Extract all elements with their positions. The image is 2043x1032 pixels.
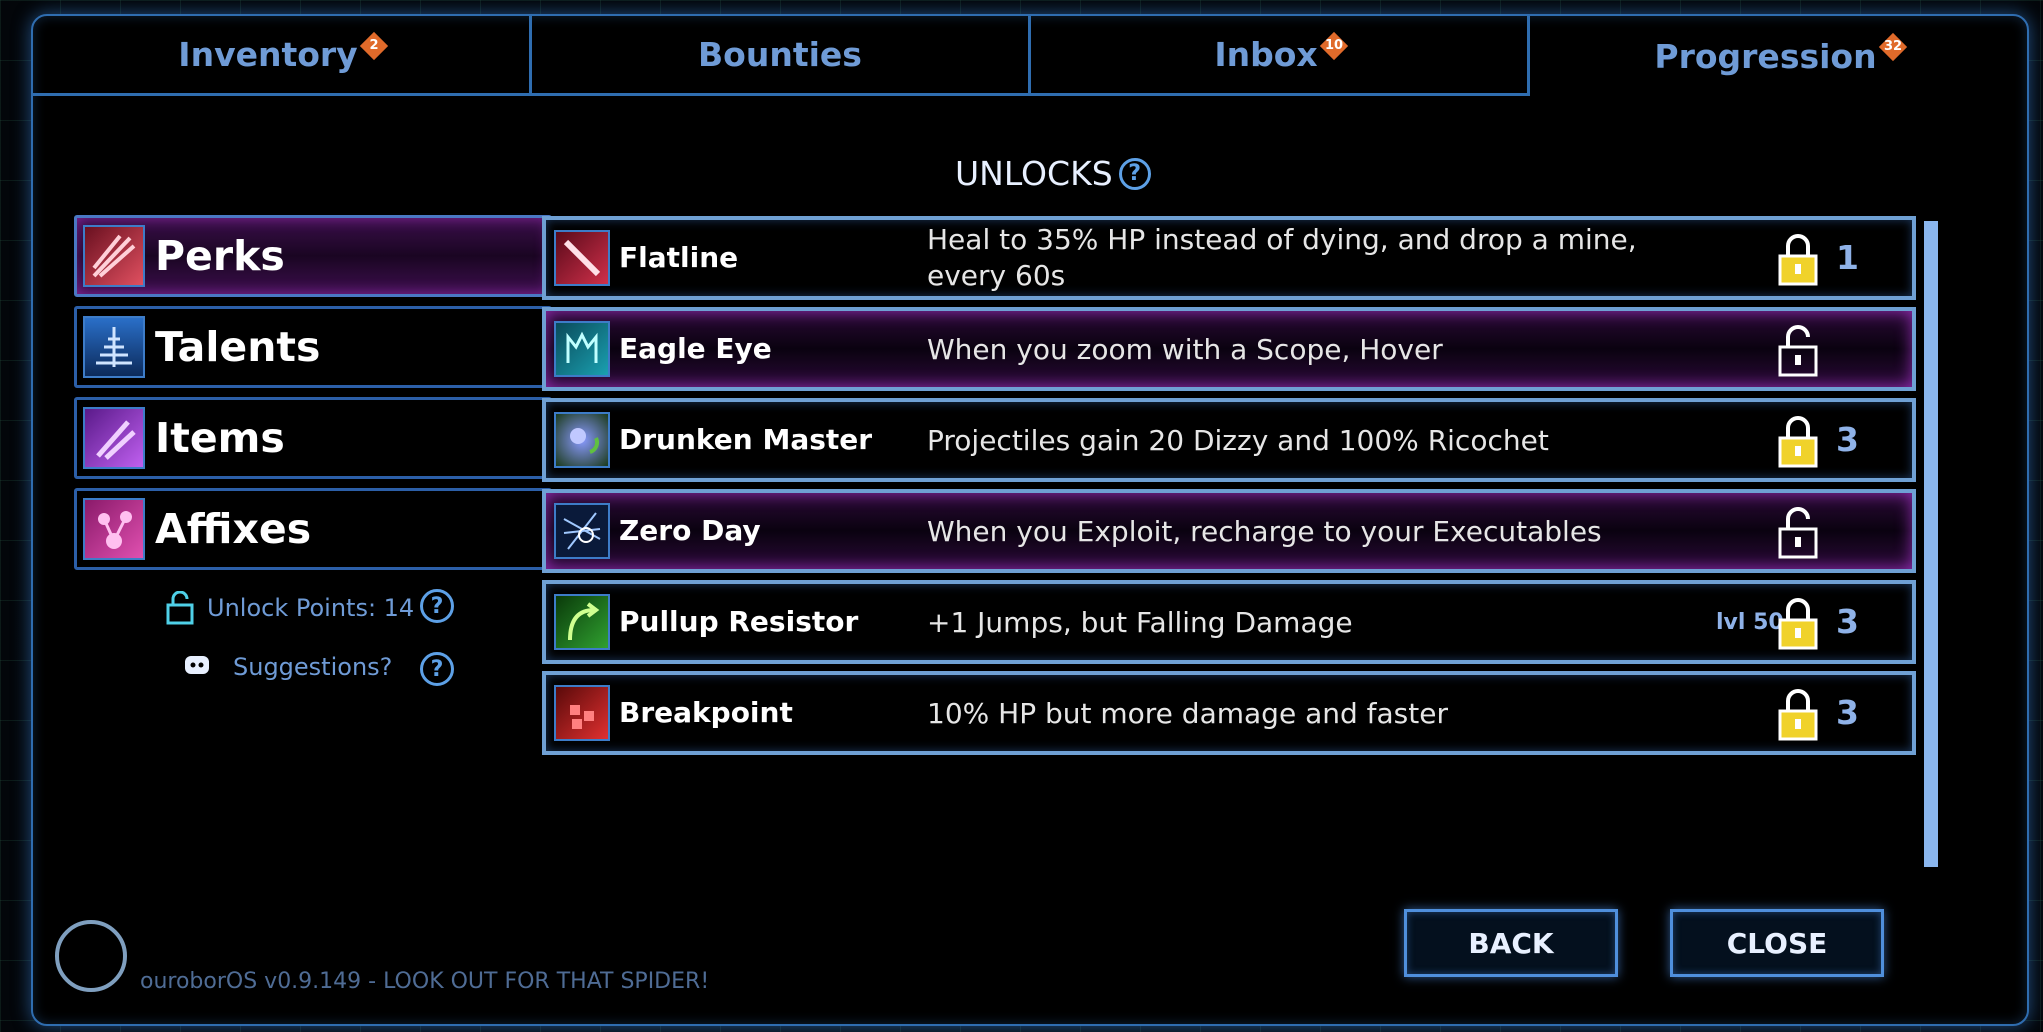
tab-bounties[interactable]: Bounties bbox=[532, 16, 1031, 96]
notification-badge: 10 bbox=[1319, 31, 1348, 60]
eagle-eye-icon bbox=[554, 321, 610, 377]
unlock-name: Pullup Resistor bbox=[619, 605, 859, 638]
unlock-description: Heal to 35% HP instead of dying, and dro… bbox=[927, 223, 1637, 292]
unlock-cost: 3 bbox=[1836, 602, 1859, 641]
suggestions-link[interactable]: Suggestions? bbox=[183, 653, 392, 681]
help-icon[interactable]: ? bbox=[1118, 157, 1151, 190]
level-requirement: lvl 50 bbox=[1716, 610, 1784, 635]
suggestions-label: Suggestions? bbox=[233, 653, 393, 681]
talents-icon bbox=[83, 316, 145, 378]
close-button[interactable]: CLOSE bbox=[1670, 909, 1884, 977]
gold-lock-icon bbox=[1778, 598, 1818, 650]
unlock-description: When you zoom with a Scope, Hover bbox=[927, 333, 1443, 366]
unlock-row-zero-day[interactable]: Zero Day When you Exploit, recharge to y… bbox=[542, 489, 1916, 573]
tab-label: Inventory bbox=[178, 35, 358, 74]
unlock-name: Flatline bbox=[619, 241, 739, 274]
gold-lock-icon bbox=[1778, 234, 1818, 286]
progression-panel: Inventory 2 Bounties Inbox 10 Progressio… bbox=[31, 14, 2029, 1026]
gold-lock-icon bbox=[1778, 689, 1818, 741]
unlock-row-eagle-eye[interactable]: Eagle Eye When you zoom with a Scope, Ho… bbox=[542, 307, 1916, 391]
tab-bar: Inventory 2 Bounties Inbox 10 Progressio… bbox=[33, 16, 2027, 98]
unlock-points: Unlock Points: 14 bbox=[165, 591, 414, 625]
page-title: UNLOCKS ? bbox=[955, 154, 1151, 193]
tab-label: Bounties bbox=[698, 35, 862, 74]
unlock-row-breakpoint[interactable]: Breakpoint 10% HP but more damage and fa… bbox=[542, 671, 1916, 755]
category-label: Items bbox=[155, 414, 285, 462]
tab-progression[interactable]: Progression 32 bbox=[1530, 16, 2027, 96]
perks-icon bbox=[83, 225, 145, 287]
category-affixes[interactable]: Affixes bbox=[74, 488, 552, 570]
version-label: ouroborOS v0.9.149 - LOOK OUT FOR THAT S… bbox=[140, 969, 710, 994]
unlocks-title: UNLOCKS bbox=[955, 154, 1113, 193]
gold-lock-icon bbox=[1778, 416, 1818, 468]
ouroboros-logo-icon bbox=[55, 920, 127, 992]
pullup-resistor-icon bbox=[554, 594, 610, 650]
unlock-cost: 1 bbox=[1836, 238, 1859, 277]
category-perks[interactable]: Perks bbox=[74, 215, 552, 297]
unlock-description: 10% HP but more damage and faster bbox=[927, 697, 1448, 730]
breakpoint-icon bbox=[554, 685, 610, 741]
unlock-name: Eagle Eye bbox=[619, 332, 772, 365]
tab-inventory[interactable]: Inventory 2 bbox=[33, 16, 532, 96]
scrollbar[interactable] bbox=[1924, 221, 1938, 867]
suggestions-help-icon[interactable]: ? bbox=[420, 652, 454, 686]
unlock-icon bbox=[166, 591, 194, 625]
unlock-cost: 3 bbox=[1836, 693, 1859, 732]
discord-icon bbox=[185, 656, 209, 674]
category-talents[interactable]: Talents bbox=[74, 306, 552, 388]
tab-label: Progression bbox=[1654, 36, 1877, 76]
category-label: Perks bbox=[155, 232, 285, 280]
affixes-icon bbox=[83, 498, 145, 560]
unlock-description: When you Exploit, recharge to your Execu… bbox=[927, 515, 1602, 548]
open-lock-icon bbox=[1778, 507, 1818, 559]
zero-day-icon bbox=[554, 503, 610, 559]
unlock-row-flatline[interactable]: Flatline Heal to 35% HP instead of dying… bbox=[542, 216, 1916, 300]
unlock-name: Breakpoint bbox=[619, 696, 793, 729]
tab-label: Inbox bbox=[1214, 35, 1318, 74]
unlock-name: Drunken Master bbox=[619, 423, 873, 456]
items-icon bbox=[83, 407, 145, 469]
unlock-description: +1 Jumps, but Falling Damage bbox=[927, 606, 1353, 639]
unlock-row-pullup-resistor[interactable]: Pullup Resistor +1 Jumps, but Falling Da… bbox=[542, 580, 1916, 664]
notification-badge: 2 bbox=[359, 31, 388, 60]
back-button[interactable]: BACK bbox=[1404, 909, 1618, 977]
open-lock-icon bbox=[1778, 325, 1818, 377]
category-items[interactable]: Items bbox=[74, 397, 552, 479]
category-label: Affixes bbox=[155, 505, 312, 553]
tab-inbox[interactable]: Inbox 10 bbox=[1031, 16, 1530, 96]
unlock-row-drunken-master[interactable]: Drunken Master Projectiles gain 20 Dizzy… bbox=[542, 398, 1916, 482]
unlock-cost: 3 bbox=[1836, 420, 1859, 459]
unlock-points-help-icon[interactable]: ? bbox=[420, 589, 454, 623]
flatline-icon bbox=[554, 230, 610, 286]
unlock-name: Zero Day bbox=[619, 514, 761, 547]
unlock-points-label: Unlock Points: 14 bbox=[207, 594, 415, 622]
category-label: Talents bbox=[155, 323, 321, 371]
unlock-description: Projectiles gain 20 Dizzy and 100% Ricoc… bbox=[927, 424, 1549, 457]
drunken-master-icon bbox=[554, 412, 610, 468]
notification-badge: 32 bbox=[1878, 32, 1907, 62]
